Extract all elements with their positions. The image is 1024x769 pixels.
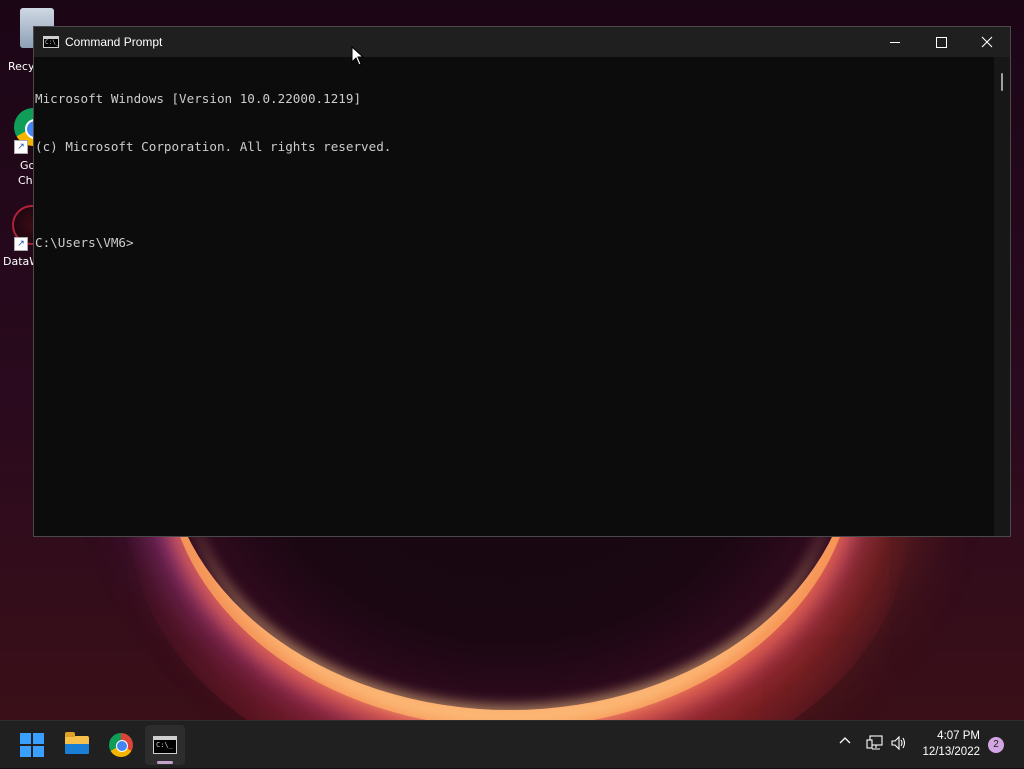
cmd-icon-glyph: C:\_ — [156, 741, 173, 749]
window-title: Command Prompt — [65, 35, 163, 49]
volume-icon[interactable] — [890, 735, 908, 755]
folder-icon — [65, 732, 89, 754]
chrome-icon — [109, 733, 133, 757]
show-hidden-icons-chevron-icon[interactable] — [838, 733, 852, 751]
desktop-icon-label: Recy — [8, 60, 35, 73]
console-line: (c) Microsoft Corporation. All rights re… — [35, 139, 392, 154]
windows-start-icon — [20, 733, 44, 757]
minimize-icon — [890, 41, 900, 43]
mouse-pointer-icon — [351, 46, 365, 66]
maximize-button[interactable] — [918, 27, 964, 57]
taskbar: C:\_ 4:07 PM 12/13/2022 2 — [0, 720, 1024, 768]
shortcut-arrow-icon: ↗ — [14, 237, 28, 251]
clock-date[interactable]: 12/13/2022 — [922, 746, 980, 758]
console-output[interactable]: Microsoft Windows [Version 10.0.22000.12… — [34, 57, 994, 536]
taskbar-chrome[interactable] — [101, 725, 141, 765]
taskbar-file-explorer[interactable] — [57, 725, 97, 765]
shortcut-arrow-icon: ↗ — [14, 140, 28, 154]
taskbar-command-prompt[interactable]: C:\_ — [145, 725, 185, 765]
scrollbar-thumb[interactable] — [1001, 73, 1003, 91]
vertical-scrollbar[interactable] — [994, 57, 1010, 536]
window-titlebar[interactable]: C:\_ Command Prompt — [34, 27, 1010, 57]
maximize-icon — [935, 36, 947, 48]
clock-time[interactable]: 4:07 PM — [937, 730, 980, 742]
close-button[interactable] — [964, 27, 1010, 57]
network-icon[interactable] — [866, 735, 884, 755]
notification-badge[interactable]: 2 — [988, 737, 1004, 753]
console-line: Microsoft Windows [Version 10.0.22000.12… — [35, 91, 362, 106]
cmd-icon-glyph: C:\_ — [45, 39, 60, 46]
active-app-indicator — [157, 761, 173, 764]
console-prompt[interactable]: C:\Users\VM6> — [35, 235, 994, 251]
command-prompt-window[interactable]: C:\_ Command Prompt Microsoft Windows [V… — [33, 26, 1011, 537]
start-button[interactable] — [12, 725, 52, 765]
close-icon — [981, 36, 993, 48]
cmd-icon: C:\_ — [43, 36, 59, 48]
minimize-button[interactable] — [872, 27, 918, 57]
cmd-icon: C:\_ — [153, 736, 177, 754]
